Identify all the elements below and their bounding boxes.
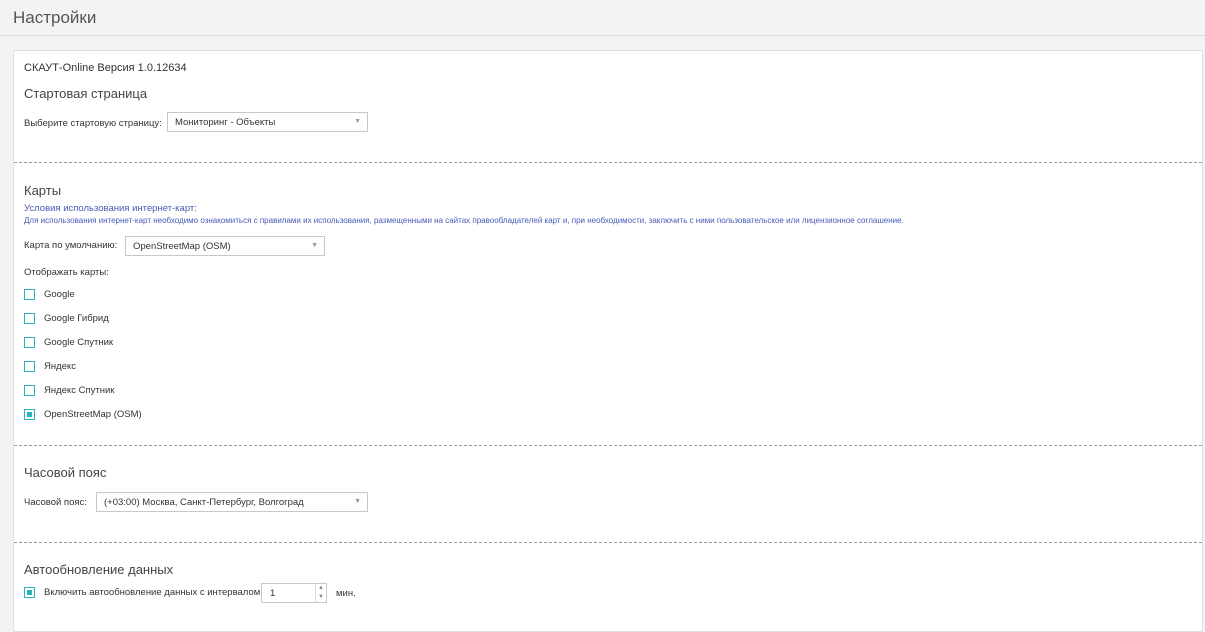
- interval-stepper[interactable]: 1 ▲ ▼: [261, 583, 327, 603]
- section-divider: [14, 542, 1202, 543]
- map-option-label: Яндекс: [44, 361, 76, 372]
- start-page-select-value: Мониторинг - Объекты: [175, 117, 276, 128]
- section-title-maps: Карты: [24, 183, 62, 198]
- app-version: СКАУТ-Online Версия 1.0.12634: [24, 62, 187, 74]
- autorefresh-label: Включить автообновление данных с интерва…: [44, 587, 261, 598]
- timezone-select[interactable]: (+03:00) Москва, Санкт-Петербург, Волгог…: [96, 492, 368, 512]
- map-option-google[interactable]: Google: [24, 289, 324, 303]
- stepper-buttons: ▲ ▼: [315, 584, 326, 602]
- timezone-label: Часовой пояс:: [24, 497, 87, 508]
- autorefresh-toggle[interactable]: Включить автообновление данных с интерва…: [24, 587, 264, 601]
- settings-panel: СКАУТ-Online Версия 1.0.12634 Стартовая …: [13, 50, 1203, 632]
- page-title: Настройки: [13, 8, 97, 27]
- default-map-select[interactable]: OpenStreetMap (OSM) ▼: [125, 236, 325, 256]
- map-option-label: Google Спутник: [44, 337, 114, 348]
- default-map-label: Карта по умолчанию:: [24, 240, 118, 251]
- map-option-osm[interactable]: OpenStreetMap (OSM): [24, 409, 324, 423]
- start-page-label: Выберите стартовую страницу:: [24, 118, 162, 129]
- chevron-down-icon: ▼: [311, 242, 318, 249]
- default-map-select-value: OpenStreetMap (OSM): [133, 241, 231, 252]
- interval-value: 1: [270, 588, 276, 599]
- chevron-down-icon: ▼: [354, 118, 361, 125]
- start-page-select[interactable]: Мониторинг - Объекты ▼: [167, 112, 368, 132]
- map-option-google-hybrid[interactable]: Google Гибрид: [24, 313, 324, 327]
- section-divider: [14, 445, 1202, 446]
- checkbox-checked[interactable]: [24, 409, 35, 420]
- map-option-label: Google Гибрид: [44, 313, 109, 324]
- map-terms-title: Условия использования интернет-карт:: [24, 203, 197, 214]
- section-title-timezone: Часовой пояс: [24, 465, 107, 480]
- timezone-select-value: (+03:00) Москва, Санкт-Петербург, Волгог…: [104, 497, 304, 508]
- map-option-label: OpenStreetMap (OSM): [44, 409, 142, 420]
- checkbox-checked[interactable]: [24, 587, 35, 598]
- page-header: Настройки: [0, 0, 1205, 36]
- map-option-yandex[interactable]: Яндекс: [24, 361, 324, 375]
- checkbox[interactable]: [24, 361, 35, 372]
- map-option-label: Яндекс Спутник: [44, 385, 115, 396]
- chevron-down-icon[interactable]: ▼: [316, 593, 326, 602]
- chevron-up-icon[interactable]: ▲: [316, 584, 326, 593]
- map-terms-text: Для использования интернет-карт необходи…: [24, 216, 904, 225]
- map-option-yandex-satellite[interactable]: Яндекс Спутник: [24, 385, 324, 399]
- map-option-google-satellite[interactable]: Google Спутник: [24, 337, 324, 351]
- display-maps-label: Отображать карты:: [24, 267, 109, 278]
- checkbox[interactable]: [24, 337, 35, 348]
- section-divider: [14, 162, 1202, 163]
- interval-unit: мин.: [336, 588, 356, 599]
- checkbox[interactable]: [24, 385, 35, 396]
- section-title-autorefresh: Автообновление данных: [24, 562, 174, 577]
- chevron-down-icon: ▼: [354, 498, 361, 505]
- checkbox[interactable]: [24, 289, 35, 300]
- section-title-start-page: Стартовая страница: [24, 86, 148, 101]
- checkbox[interactable]: [24, 313, 35, 324]
- map-option-label: Google: [44, 289, 75, 300]
